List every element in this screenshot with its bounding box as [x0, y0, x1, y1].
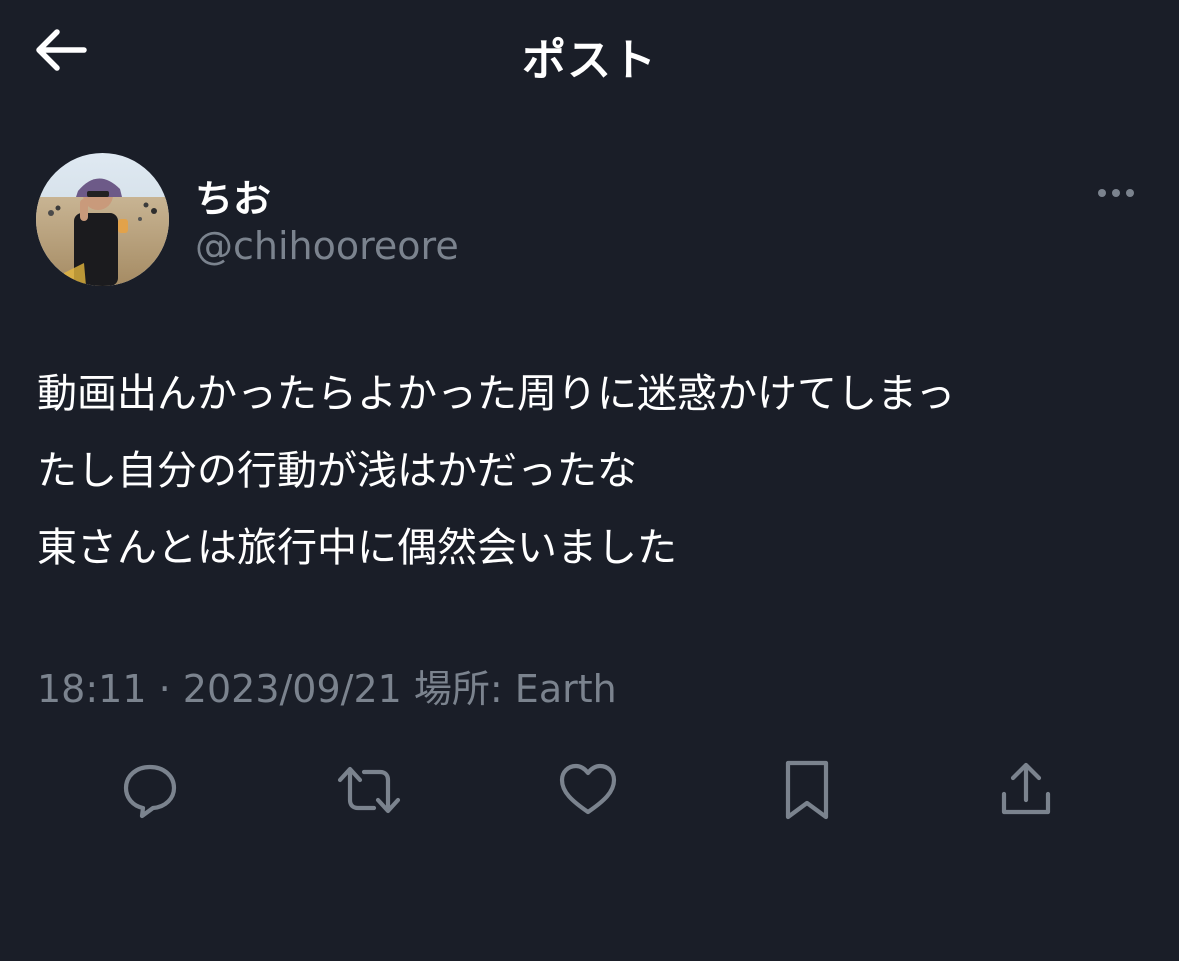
- more-dots-icon: [1126, 189, 1134, 197]
- page-title: ポスト: [522, 35, 657, 86]
- repost-icon: [337, 766, 401, 814]
- bookmark-button[interactable]: [767, 750, 847, 830]
- user-avatar-photo: [36, 153, 169, 286]
- author-handle[interactable]: @chihooreore: [195, 224, 459, 268]
- avatar[interactable]: [36, 153, 169, 286]
- post-text-line: 動画出んかったらよかった周りに迷惑かけてしまっ: [37, 371, 956, 417]
- post-text: 動画出んかったらよかった周りに迷惑かけてしまっ たし自分の行動が浅はかだったな …: [37, 356, 1147, 587]
- bookmark-icon: [785, 760, 829, 820]
- post-date[interactable]: 2023/09/21: [183, 667, 402, 711]
- post-metadata: 18:11 · 2023/09/21 場所: Earth: [37, 658, 617, 713]
- top-bar: ポスト: [0, 0, 1179, 104]
- share-icon: [1001, 762, 1051, 815]
- post-text-line: たし自分の行動が浅はかだったな: [37, 448, 637, 494]
- post-text-line: 東さんとは旅行中に偶然会いました: [37, 525, 677, 571]
- more-dots-icon: [1112, 189, 1120, 197]
- author-display-name[interactable]: ちお: [195, 168, 271, 223]
- post-time[interactable]: 18:11: [37, 667, 147, 711]
- more-options-button[interactable]: [1090, 178, 1142, 208]
- repost-button[interactable]: [329, 750, 409, 830]
- like-button[interactable]: [548, 750, 628, 830]
- post-location: 場所: Earth: [413, 667, 617, 711]
- reply-button[interactable]: [110, 750, 190, 830]
- share-button[interactable]: [986, 750, 1066, 830]
- more-dots-icon: [1098, 189, 1106, 197]
- action-bar: [0, 750, 1179, 830]
- meta-separator: ·: [158, 667, 171, 711]
- reply-icon: [123, 764, 177, 819]
- like-icon: [559, 763, 617, 815]
